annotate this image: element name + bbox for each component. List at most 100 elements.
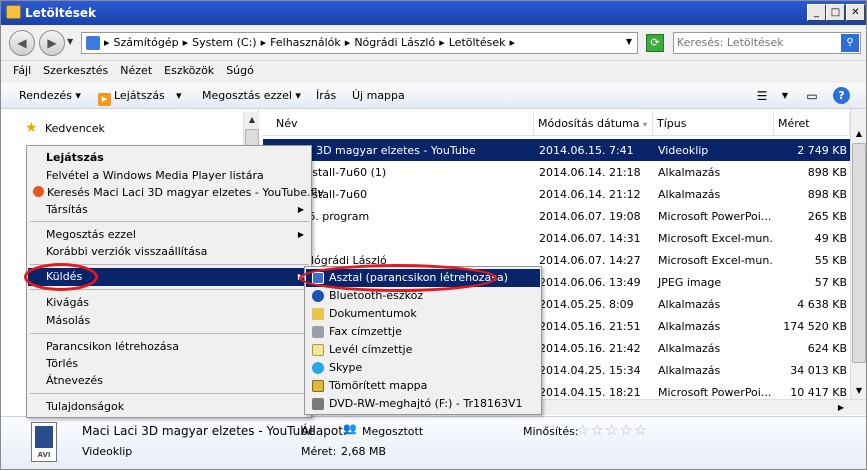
- preview-pane-icon[interactable]: ▭: [803, 88, 821, 104]
- skype-icon: [312, 362, 324, 374]
- refresh-button[interactable]: ⟳: [646, 34, 664, 52]
- menu-restore-versions[interactable]: Korábbi verziók visszaállítása: [28, 243, 310, 261]
- menu-add-to-wmp[interactable]: Felvétel a Windows Media Player listára: [28, 167, 310, 185]
- send-to-bluetooth[interactable]: Bluetooth-eszköz: [306, 287, 540, 305]
- menu-copy[interactable]: Másolás: [28, 312, 310, 330]
- menu-send-to[interactable]: Küldés ▶: [28, 268, 310, 286]
- file-date-cell: 2014.05.16. 21:42: [539, 341, 641, 355]
- table-row[interactable]: omeinstall-7u60 (1) 2014.06.14. 21:18 Alka…: [263, 161, 850, 183]
- menu-rename[interactable]: Átnevezés: [28, 372, 310, 390]
- mail-icon: [312, 344, 324, 356]
- crumb-computer[interactable]: Számítógép: [114, 36, 179, 49]
- menu-open-with-label: Társítás: [46, 203, 88, 216]
- scroll-up-icon[interactable]: ▲: [851, 126, 866, 142]
- scroll-right-icon[interactable]: ▶: [833, 400, 849, 416]
- view-dropdown-icon[interactable]: ▼: [776, 88, 794, 104]
- organize-button[interactable]: Rendezés ▾: [19, 89, 81, 102]
- submenu-arrow-icon: ▶: [297, 205, 304, 214]
- menu-share[interactable]: Megosztás ezzel ▶: [28, 226, 310, 244]
- crumb-arrow[interactable]: ▸: [104, 36, 110, 49]
- menu-delete[interactable]: Törlés: [28, 355, 310, 373]
- burn-button[interactable]: Írás: [316, 89, 336, 102]
- breadcrumb[interactable]: ▸ Számítógép ▸ System (C:) ▸ Felhasználó…: [81, 32, 638, 54]
- table-row[interactable]: omeinstall-7u60 2014.06.14. 21:12 Alkalmaz…: [263, 183, 850, 205]
- file-type-cell: Microsoft Excel-mun...: [658, 231, 774, 245]
- send-to-zip[interactable]: Tömörített mappa: [306, 377, 540, 395]
- play-dropdown-icon[interactable]: ▾: [176, 89, 182, 102]
- crumb-arrow[interactable]: ▸: [510, 36, 516, 49]
- view-options-icon[interactable]: ☰: [753, 88, 771, 104]
- table-row[interactable]: 14aj2014.06.07. 14:31Microsoft Excel-mun…: [263, 227, 850, 249]
- table-row[interactable]: ci Laci 3D magyar elzetes - YouTube 2014.…: [263, 139, 850, 161]
- list-vertical-scrollbar[interactable]: ▲ ▼: [850, 109, 866, 399]
- crumb-arrow[interactable]: ▸: [261, 36, 267, 49]
- file-size-cell: 10 417 KB: [790, 385, 847, 399]
- file-type-cell: Microsoft Excel-mun...: [658, 253, 774, 267]
- menu-tools[interactable]: Eszközök: [158, 61, 220, 83]
- help-icon[interactable]: ?: [833, 87, 850, 104]
- crumb-downloads[interactable]: Letöltések: [449, 36, 506, 49]
- file-date-cell: 2014.06.15. 7:41: [539, 143, 634, 157]
- crumb-drive[interactable]: System (C:): [192, 36, 257, 49]
- new-folder-button[interactable]: Új mappa: [352, 89, 405, 102]
- menu-help[interactable]: Súgó: [220, 61, 260, 83]
- film-strip-icon: [35, 426, 53, 448]
- menu-view[interactable]: Nézet: [114, 61, 158, 83]
- menu-search[interactable]: Keresés Maci Laci 3D magyar elzetes - Yo…: [28, 184, 324, 202]
- menu-properties[interactable]: Tulajdonságok: [28, 398, 310, 416]
- close-button[interactable]: ✕: [846, 4, 865, 21]
- title-bar[interactable]: Letöltések _ □ ✕: [1, 1, 866, 25]
- details-rating-label: Minősítés:: [523, 425, 579, 438]
- table-row[interactable]: ius 2-6. program 2014.06.07. 19:08 Microso…: [263, 205, 850, 227]
- crumb-user[interactable]: Nógrádi László: [354, 36, 435, 49]
- history-dropdown-icon[interactable]: ▼: [67, 37, 73, 46]
- file-date-cell: 2014.06.07. 14:31: [539, 231, 641, 245]
- file-date-cell: 2014.06.14. 21:12: [539, 187, 641, 201]
- send-to-skype[interactable]: Skype: [306, 359, 540, 377]
- menu-play[interactable]: Lejátszás: [28, 149, 310, 167]
- share-button[interactable]: Megosztás ezzel ▾: [202, 89, 301, 102]
- scroll-thumb[interactable]: [852, 143, 866, 363]
- forward-button[interactable]: ▶: [39, 30, 65, 56]
- crumb-arrow[interactable]: ▸: [439, 36, 445, 49]
- send-to-dvd[interactable]: DVD-RW-meghajtó (F:) - Tr18163V1: [306, 395, 540, 413]
- play-button[interactable]: ▶ Lejátszás: [98, 89, 165, 106]
- send-to-zip-label: Tömörített mappa: [329, 379, 428, 392]
- menu-bar: Fájl Szerkesztés Nézet Eszközök Súgó: [1, 61, 866, 83]
- crumb-users[interactable]: Felhasználók: [270, 36, 341, 49]
- menu-file[interactable]: Fájl: [7, 61, 37, 83]
- scroll-down-icon[interactable]: ▼: [851, 383, 866, 399]
- nav-favorites[interactable]: Kedvencek: [45, 122, 105, 135]
- search-input[interactable]: [677, 36, 837, 49]
- menu-create-shortcut[interactable]: Parancsikon létrehozása: [28, 338, 310, 356]
- send-to-mail[interactable]: Levél címzettje: [306, 341, 540, 359]
- send-to-documents[interactable]: Dokumentumok: [306, 305, 540, 323]
- menu-open-with[interactable]: Társítás ▶: [28, 201, 310, 219]
- search-icon[interactable]: ⚲: [841, 34, 859, 52]
- menu-edit[interactable]: Szerkesztés: [37, 61, 114, 83]
- col-type[interactable]: Típus: [653, 112, 774, 136]
- search-box[interactable]: ⚲: [673, 32, 861, 54]
- crumb-arrow[interactable]: ▸: [183, 36, 189, 49]
- file-size-cell: 265 KB: [807, 209, 847, 223]
- share-label: Megosztás ezzel: [202, 89, 292, 102]
- file-date-cell: 2014.06.07. 19:08: [539, 209, 641, 223]
- details-size-value: 2,68 MB: [341, 445, 387, 458]
- submenu-arrow-icon: ▶: [297, 230, 304, 239]
- send-to-desktop[interactable]: Asztal (parancsikon létrehozása): [306, 269, 540, 287]
- maximize-button[interactable]: □: [826, 4, 845, 21]
- col-modified[interactable]: Módosítás dátuma ▾: [534, 112, 653, 136]
- scroll-up-icon[interactable]: ▲: [244, 112, 260, 128]
- address-dropdown-icon[interactable]: ▼: [626, 37, 632, 46]
- send-to-submenu: Asztal (parancsikon létrehozása) Bluetoo…: [304, 266, 542, 415]
- crumb-arrow[interactable]: ▸: [345, 36, 351, 49]
- send-to-bluetooth-label: Bluetooth-eszköz: [329, 289, 424, 302]
- send-to-fax[interactable]: Fax címzettje: [306, 323, 540, 341]
- col-name[interactable]: Név: [263, 112, 534, 136]
- rating-stars[interactable]: ☆☆☆☆☆: [576, 421, 648, 439]
- menu-cut[interactable]: Kivágás: [28, 294, 310, 312]
- col-size[interactable]: Méret: [774, 112, 850, 136]
- file-type-cell: Alkalmazás: [658, 187, 721, 201]
- back-button[interactable]: ◀: [9, 30, 35, 56]
- minimize-button[interactable]: _: [807, 4, 826, 21]
